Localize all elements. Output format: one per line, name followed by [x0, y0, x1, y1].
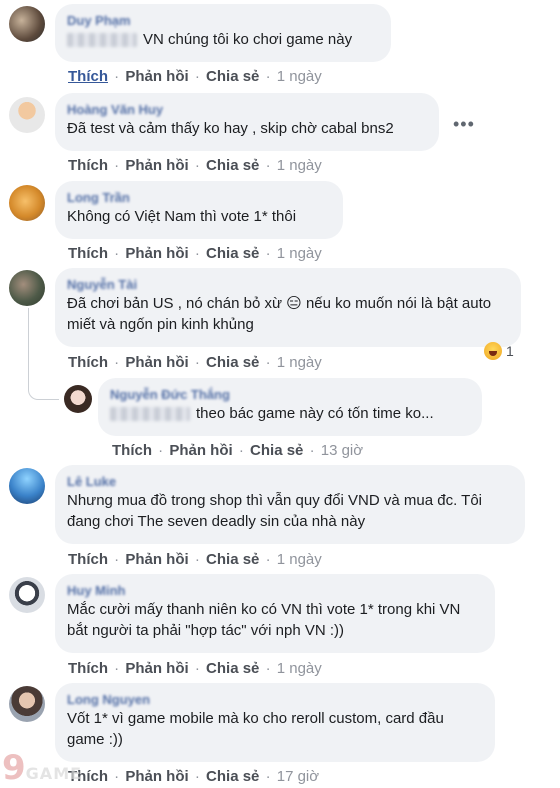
share-link[interactable]: Chia sẻ — [206, 768, 259, 785]
comment-text: Đã test và cảm thấy ko hay , skip chờ ca… — [67, 120, 394, 137]
share-link[interactable]: Chia sẻ — [206, 660, 259, 677]
timestamp[interactable]: 17 giờ — [277, 768, 319, 785]
avatar[interactable] — [9, 6, 45, 42]
avatar[interactable] — [9, 185, 45, 221]
comment-bubble: Long Trần Không có Việt Nam thì vote 1* … — [55, 181, 343, 239]
timestamp[interactable]: 1 ngày — [277, 551, 322, 568]
comment-actions: Thích · Phản hồi · Chia sẻ · 1 ngày — [68, 660, 322, 677]
avatar[interactable] — [9, 686, 45, 722]
comment-text: VN chúng tôi ko chơi game này — [143, 31, 353, 48]
reply-link[interactable]: Phản hồi — [169, 442, 232, 459]
reply-link[interactable]: Phản hồi — [125, 768, 188, 785]
like-link[interactable]: Thích — [68, 660, 108, 677]
more-options-icon[interactable]: ••• — [453, 115, 475, 133]
avatar[interactable] — [64, 385, 92, 413]
commenter-name[interactable]: Long Nguyen — [67, 691, 481, 708]
reply-link[interactable]: Phản hồi — [125, 551, 188, 568]
avatar[interactable] — [9, 577, 45, 613]
tagged-name-blurred — [67, 33, 137, 48]
comment-bubble: Nguyễn Tài Đã chơi bản US , nó chán bỏ x… — [55, 268, 521, 347]
comment-text: Không có Việt Nam thì vote 1* thôi — [67, 208, 297, 225]
like-link[interactable]: Thích — [68, 551, 108, 568]
timestamp[interactable]: 1 ngày — [277, 354, 322, 371]
reply-thread-line — [28, 308, 59, 400]
like-link[interactable]: Thích — [68, 354, 108, 371]
comment-bubble: Lê Luke Nhưng mua đồ trong shop thì vẫn … — [55, 465, 525, 544]
timestamp[interactable]: 1 ngày — [277, 68, 322, 85]
commenter-name[interactable]: Lê Luke — [67, 473, 511, 490]
reaction-count: 1 — [506, 343, 514, 359]
comment-actions: Thích · Phản hồi · Chia sẻ · 1 ngày — [68, 68, 322, 85]
comment-text: Nhưng mua đồ trong shop thì vẫn quy đổi … — [67, 492, 482, 530]
share-link[interactable]: Chia sẻ — [250, 442, 303, 459]
avatar[interactable] — [9, 270, 45, 306]
reaction-summary[interactable]: 1 — [484, 342, 514, 360]
commenter-name[interactable]: Nguyễn Tài — [67, 276, 507, 293]
comment-text: Vốt 1* vì game mobile mà ko cho reroll c… — [67, 710, 444, 748]
comment-bubble: Long Nguyen Vốt 1* vì game mobile mà ko … — [55, 683, 495, 762]
commenter-name[interactable]: Nguyễn Đức Thắng — [110, 386, 468, 403]
comment-text: Mắc cười mấy thanh niên ko có VN thì vot… — [67, 601, 461, 639]
timestamp[interactable]: 1 ngày — [277, 245, 322, 262]
share-link[interactable]: Chia sẻ — [206, 245, 259, 262]
commenter-name[interactable]: Hoàng Văn Huy — [67, 101, 425, 118]
comment-actions: Thích · Phản hồi · Chia sẻ · 17 giờ — [68, 768, 320, 785]
comment-bubble: Huy Minh Mắc cười mấy thanh niên ko có V… — [55, 574, 495, 653]
share-link[interactable]: Chia sẻ — [206, 157, 259, 174]
share-link[interactable]: Chia sẻ — [206, 68, 259, 85]
reply-link[interactable]: Phản hồi — [125, 157, 188, 174]
reply-link[interactable]: Phản hồi — [125, 68, 188, 85]
comment-actions: Thích · Phản hồi · Chia sẻ · 1 ngày — [68, 354, 322, 371]
comment-text: Đã chơi bản US , nó chán bỏ xừ 😑 nếu ko … — [67, 295, 492, 333]
commenter-name[interactable]: Huy Minh — [67, 582, 481, 599]
comment-actions: Thích · Phản hồi · Chia sẻ · 13 giờ — [112, 442, 364, 459]
tagged-name-blurred — [110, 407, 190, 422]
site-watermark-logo: 9GAME — [2, 748, 83, 788]
comment-actions: Thích · Phản hồi · Chia sẻ · 1 ngày — [68, 245, 322, 262]
timestamp[interactable]: 1 ngày — [277, 660, 322, 677]
share-link[interactable]: Chia sẻ — [206, 354, 259, 371]
comment-bubble: Hoàng Văn Huy Đã test và cảm thấy ko hay… — [55, 93, 439, 151]
timestamp[interactable]: 1 ngày — [277, 157, 322, 174]
timestamp[interactable]: 13 giờ — [321, 442, 363, 459]
haha-reaction-icon — [484, 342, 502, 360]
like-link[interactable]: Thích — [112, 442, 152, 459]
reply-link[interactable]: Phản hồi — [125, 245, 188, 262]
commenter-name[interactable]: Duy Phạm — [67, 12, 377, 29]
share-link[interactable]: Chia sẻ — [206, 551, 259, 568]
avatar[interactable] — [9, 97, 45, 133]
like-link[interactable]: Thích — [68, 245, 108, 262]
comment-actions: Thích · Phản hồi · Chia sẻ · 1 ngày — [68, 157, 322, 174]
like-link[interactable]: Thích — [68, 157, 108, 174]
reply-link[interactable]: Phản hồi — [125, 660, 188, 677]
comment-bubble: Duy Phạm VN chúng tôi ko chơi game này — [55, 4, 391, 62]
comment-actions: Thích · Phản hồi · Chia sẻ · 1 ngày — [68, 551, 322, 568]
avatar[interactable] — [9, 468, 45, 504]
comment-bubble: Nguyễn Đức Thắng theo bác game này có tố… — [98, 378, 482, 436]
comment-text: theo bác game này có tốn time ko... — [196, 405, 434, 422]
reply-link[interactable]: Phản hồi — [125, 354, 188, 371]
like-link[interactable]: Thích — [68, 68, 108, 85]
commenter-name[interactable]: Long Trần — [67, 189, 329, 206]
